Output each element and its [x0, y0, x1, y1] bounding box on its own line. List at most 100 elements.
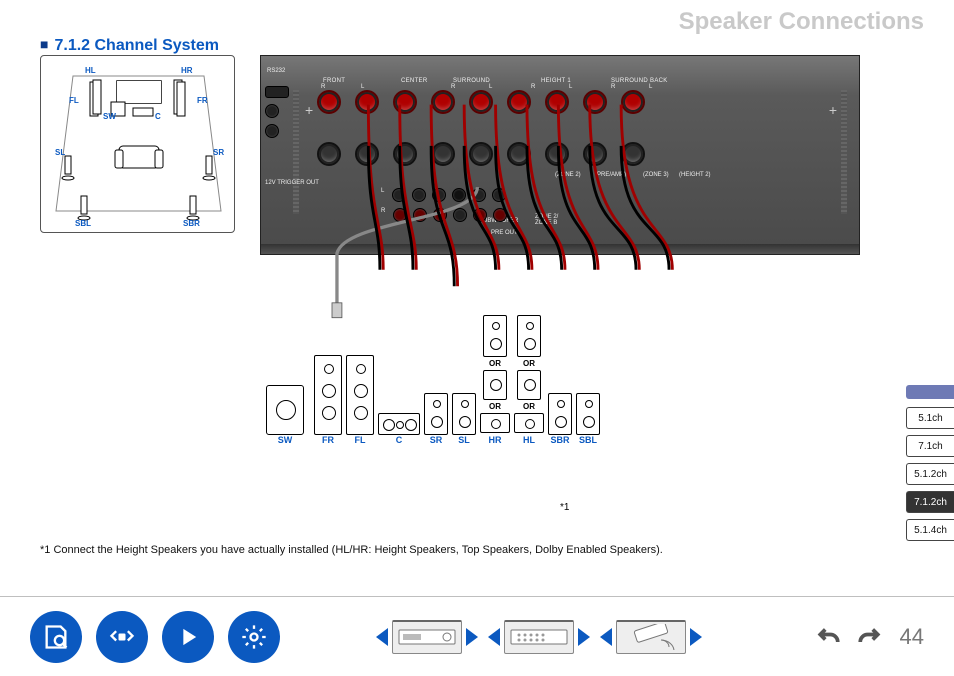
lbl-preamp: (PRE/AMP): [595, 172, 626, 178]
footnote-marker: *1: [560, 502, 569, 513]
spk-sr-body: [424, 393, 448, 435]
spk-c: C: [378, 413, 420, 445]
undo-icon: [814, 622, 844, 652]
spk-hr-c-body: [483, 370, 507, 400]
or-2a: OR: [523, 359, 535, 368]
tab-7-1[interactable]: 7.1ch: [906, 435, 954, 457]
preout-srl: [432, 188, 446, 202]
connections-icon: [108, 623, 136, 651]
speaker-pos-row: [317, 90, 839, 114]
preout-cl: [412, 188, 426, 202]
rl-l-4: L: [649, 84, 652, 90]
label-sw: SW: [103, 112, 116, 121]
or-1b: OR: [489, 402, 501, 411]
preout-R: R: [381, 208, 385, 222]
rl-l-3: L: [569, 84, 572, 90]
tab-5-1-4[interactable]: 5.1.4ch: [906, 519, 954, 541]
spk-sr: SR: [424, 393, 448, 445]
spk-sbr: SBR: [548, 393, 572, 445]
grp-surround: SURROUND: [453, 78, 490, 84]
term-sb-l-neg: [621, 142, 645, 166]
nav-connections-button[interactable]: [96, 611, 148, 663]
nav-back-button[interactable]: [812, 620, 846, 654]
speakers-row: SW FR FL C: [260, 315, 860, 445]
preout-sw1: [452, 188, 466, 202]
term-sb-r-neg: [583, 142, 607, 166]
spk-sbl: SBL: [576, 393, 600, 445]
term-surr-l-pos: [469, 90, 493, 114]
room-layout-diagram: HL HR FL FR SW C SL SR SBL SBR: [40, 55, 235, 233]
rl-r-4: R: [611, 84, 615, 90]
small-port-2: [265, 124, 279, 138]
arrow-right-icon-2: [578, 628, 590, 646]
term-front-r-pos: [317, 90, 341, 114]
lbl-rs232: RS232: [267, 68, 285, 74]
device-seg-1[interactable]: [376, 620, 478, 654]
bottom-nav: 44: [0, 596, 954, 676]
spk-c-body: [378, 413, 420, 435]
lbl-preout: PRE OUT: [491, 230, 518, 236]
panel-grip-left: [293, 90, 299, 214]
term-sb-r-pos: [583, 90, 607, 114]
spk-fr-body: [314, 355, 342, 435]
spk-fr: FR: [314, 355, 342, 445]
nav-settings-button[interactable]: [228, 611, 280, 663]
small-port-1: [265, 104, 279, 118]
device-receiver-back: [504, 620, 574, 654]
rl-r-2: R: [451, 84, 455, 90]
device-seg-2[interactable]: [488, 620, 590, 654]
page-number: 44: [900, 624, 924, 650]
spk-sw: SW: [260, 385, 310, 445]
arrow-left-icon: [376, 628, 388, 646]
term-surr-r-neg: [431, 142, 455, 166]
play-icon: [174, 623, 202, 651]
spk-sl-lbl: SL: [458, 435, 470, 445]
spk-hr-t-body: [480, 413, 510, 433]
tab-5-1[interactable]: 5.1ch: [906, 407, 954, 429]
spk-hl-lbl: HL: [523, 435, 535, 445]
grp-height1: HEIGHT 1: [541, 78, 571, 84]
term-h1-l-pos: [545, 90, 569, 114]
tab-5-1-2[interactable]: 5.1.2ch: [906, 463, 954, 485]
left-port-block: [265, 86, 293, 138]
term-h1-r-pos: [507, 90, 531, 114]
spk-c-lbl: C: [396, 435, 403, 445]
spk-height-l-alt: OR OR HL: [514, 315, 544, 445]
label-sbl: SBL: [75, 219, 91, 228]
tab-7-1-2[interactable]: 7.1.2ch: [906, 491, 954, 513]
preout-z2r: [473, 208, 487, 222]
nav-forward-button[interactable]: [852, 620, 886, 654]
rl-r-3: R: [531, 84, 535, 90]
lbl-height2: (HEIGHT 2): [679, 172, 711, 178]
or-1a: OR: [489, 359, 501, 368]
term-h1-r-neg: [507, 142, 531, 166]
connection-diagram: FRONT CENTER SURROUND HEIGHT 1 SURROUND …: [260, 55, 860, 515]
term-front-l-pos: [355, 90, 379, 114]
plus-left: +: [305, 102, 313, 118]
label-sl: SL: [55, 148, 65, 157]
lbl-zone3: (ZONE 3): [643, 172, 669, 178]
nav-manual-button[interactable]: [30, 611, 82, 663]
device-receiver-front: [392, 620, 462, 654]
term-surr-l-neg: [469, 142, 493, 166]
footnote-text: *1 Connect the Height Speakers you have …: [40, 544, 663, 556]
nav-play-button[interactable]: [162, 611, 214, 663]
lbl-zone2b: ZONE 2/ ZONE B: [535, 214, 558, 226]
arrow-right-icon-3: [690, 628, 702, 646]
device-seg-3[interactable]: [600, 620, 702, 654]
device-pager: [294, 620, 784, 654]
channel-tab-marker[interactable]: [906, 385, 954, 399]
term-sb-l-pos: [621, 90, 645, 114]
spk-hl-b-body: [517, 315, 541, 357]
term-front-r-neg: [317, 142, 341, 166]
label-sr: SR: [213, 148, 224, 157]
lbl-trigger: 12V TRIGGER OUT: [265, 180, 319, 186]
spk-height-r-alt: OR OR HR: [480, 315, 510, 445]
section-heading-text: 7.1.2 Channel System: [54, 37, 219, 54]
preout-srr: [433, 208, 447, 222]
spk-sw-lbl: SW: [278, 435, 293, 445]
spk-hr-b-body: [483, 315, 507, 357]
or-2b: OR: [523, 402, 535, 411]
rl-l-1: L: [361, 84, 364, 90]
spk-sl-body: [452, 393, 476, 435]
